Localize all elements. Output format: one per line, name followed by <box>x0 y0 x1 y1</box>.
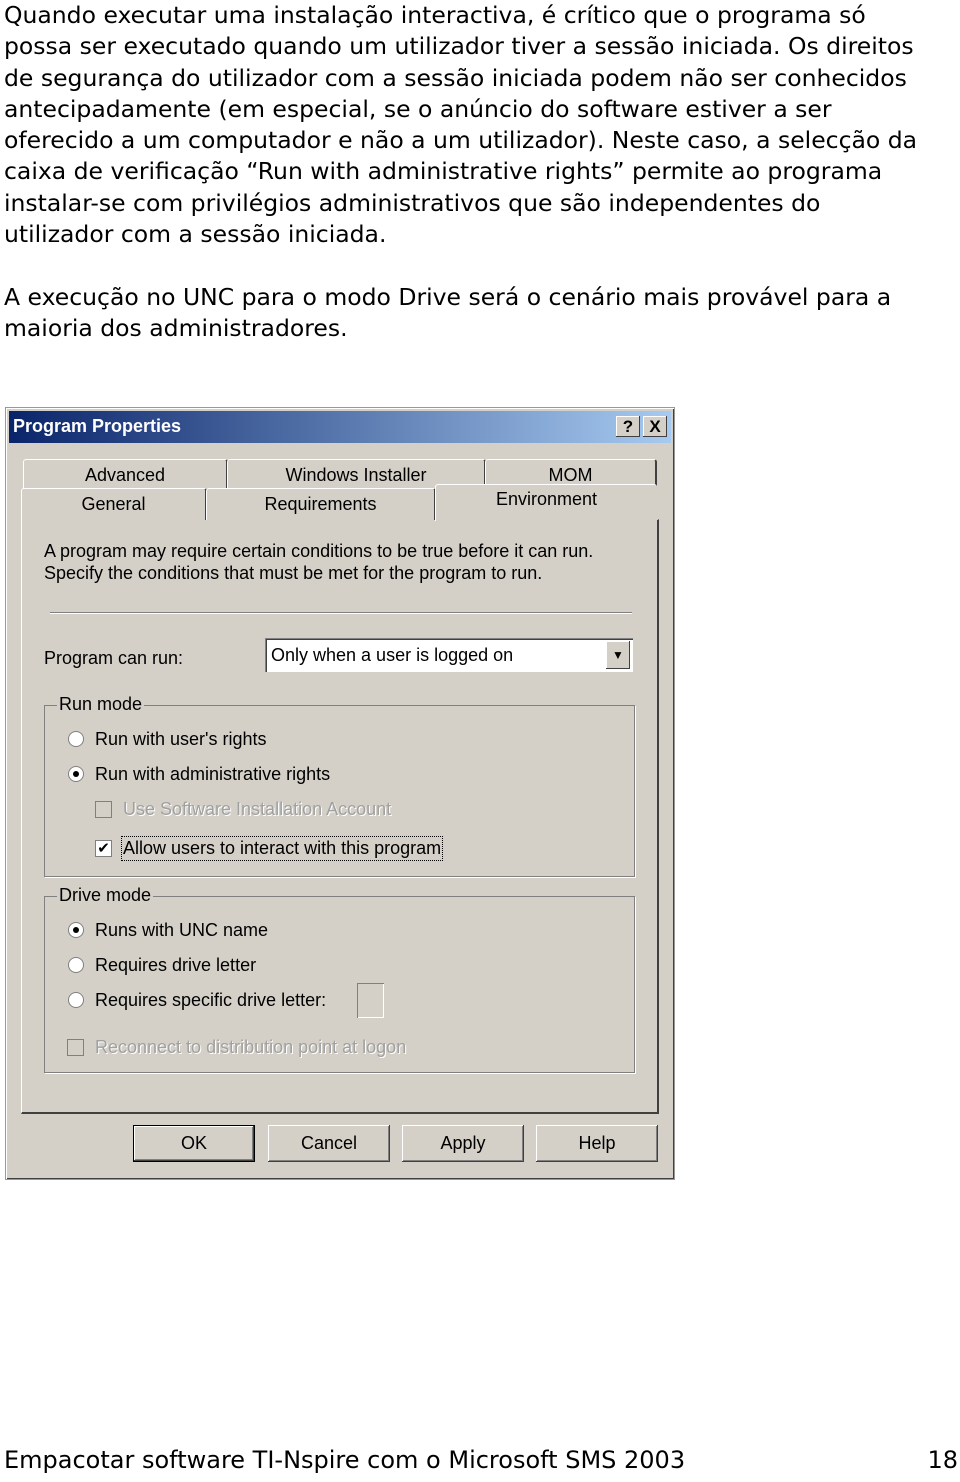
close-button[interactable]: X <box>643 416 667 437</box>
text-line: oferecido a um computador e não a um uti… <box>4 126 918 155</box>
divider <box>50 612 632 613</box>
checkbox-reconnect[interactable] <box>67 1039 84 1056</box>
select-value: Only when a user is logged on <box>271 645 514 665</box>
description-line: Specify the conditions that must be met … <box>44 563 543 583</box>
text-line: Quando executar uma instalação interacti… <box>4 1 866 29</box>
chevron-down-icon[interactable]: ▼ <box>606 641 630 669</box>
paragraph-2: A execução no UNC para o modo Drive será… <box>4 282 891 345</box>
title-bar: Program Properties ? X <box>9 411 671 443</box>
footer-title: Empacotar software TI-Nspire com o Micro… <box>4 1446 686 1474</box>
tab-general[interactable]: General <box>21 488 207 520</box>
tab-requirements[interactable]: Requirements <box>206 488 436 520</box>
text-line: caixa de verificação “Run with administr… <box>4 157 883 186</box>
checkbox-label: Reconnect to distribution point at logon <box>95 1037 407 1057</box>
drive-mode-legend: Drive mode <box>57 885 154 906</box>
text-line: utilizador com a sessão iniciada. <box>4 220 387 249</box>
radio-runs-unc-name[interactable] <box>68 922 84 938</box>
tab-environment[interactable]: Environment <box>435 484 657 521</box>
checkbox-label: Use Software Installation Account <box>123 799 392 819</box>
text-line: maioria dos administradores. <box>4 314 348 343</box>
dialog-title: Program Properties <box>13 416 182 436</box>
program-can-run-select[interactable]: Only when a user is logged on ▼ <box>265 638 633 672</box>
checkbox-use-software-installation-account[interactable] <box>95 801 112 818</box>
program-properties-dialog: Program Properties ? X Advanced Windows … <box>5 407 675 1180</box>
radio-run-admin-rights[interactable] <box>68 766 84 782</box>
help-dialog-button[interactable]: Help <box>536 1125 658 1162</box>
page-number: 18 <box>927 1446 958 1474</box>
tab-advanced[interactable]: Advanced <box>23 459 228 490</box>
text-line: antecipadamente (em especial, se o anúnc… <box>4 94 832 123</box>
help-button[interactable]: ? <box>616 416 640 437</box>
text-line: possa ser executado quando um utilizador… <box>4 32 914 61</box>
checkbox-label: Allow users to interact with this progra… <box>121 836 444 861</box>
cancel-button[interactable]: Cancel <box>268 1125 390 1162</box>
apply-button[interactable]: Apply <box>402 1125 524 1162</box>
paragraph-1: Quando executar uma instalação interacti… <box>4 0 917 250</box>
radio-label: Run with user's rights <box>95 729 267 749</box>
run-mode-group: Run mode Run with user's rights Run with… <box>44 694 635 877</box>
radio-requires-drive-letter[interactable] <box>68 957 84 973</box>
description-line: A program may require certain conditions… <box>44 541 594 561</box>
text-line: de segurança do utilizador com a sessão … <box>4 63 907 92</box>
radio-run-user-rights[interactable] <box>68 731 84 747</box>
run-mode-legend: Run mode <box>57 694 145 715</box>
radio-label: Requires specific drive letter: <box>95 990 327 1010</box>
radio-label: Runs with UNC name <box>95 920 269 940</box>
program-can-run-label: Program can run: <box>44 648 184 668</box>
radio-requires-specific-drive-letter[interactable] <box>68 992 84 1008</box>
radio-label: Requires drive letter <box>95 955 257 975</box>
drive-letter-select[interactable] <box>357 983 384 1018</box>
radio-label: Run with administrative rights <box>95 764 331 784</box>
ok-button[interactable]: OK <box>133 1125 255 1162</box>
drive-mode-group: Drive mode Runs with UNC name Requires d… <box>44 885 635 1073</box>
text-line: A execução no UNC para o modo Drive será… <box>4 283 892 311</box>
text-line: instalar-se com privilégios administrati… <box>4 188 821 217</box>
checkbox-allow-users-interact[interactable]: ✔ <box>95 840 112 857</box>
